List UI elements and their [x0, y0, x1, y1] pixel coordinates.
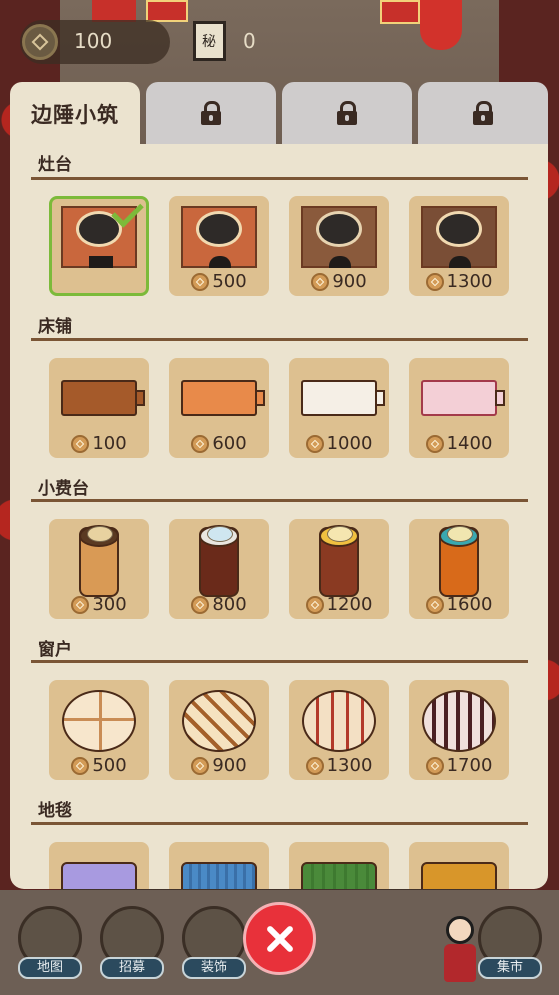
coin-icon [191, 434, 210, 453]
coin-icon [71, 434, 90, 453]
bed-image [421, 380, 505, 416]
bed-image [181, 380, 265, 416]
coin-icon [191, 272, 210, 291]
window-image [182, 690, 256, 752]
decoration-panel: 灶台 500 900 1300 床铺 100 600 1000 1400 小费台… [10, 144, 548, 889]
map-label: 地图 [18, 957, 82, 979]
bed-item-4[interactable]: 1400 [409, 358, 509, 458]
section-title-rug: 地毯 [38, 801, 72, 821]
decorate-label: 装饰 [182, 957, 246, 979]
bed-item-2[interactable]: 600 [169, 358, 269, 458]
tip-table-item-2[interactable]: 800 [169, 519, 269, 619]
stove-image [421, 206, 497, 268]
item-price: 1300 [409, 271, 509, 292]
coin-icon [191, 756, 210, 775]
coin-icon [425, 272, 444, 291]
close-button[interactable] [243, 902, 316, 975]
coin-icon [305, 595, 324, 614]
item-price: 500 [169, 271, 269, 292]
window-item-2[interactable]: 900 [169, 680, 269, 780]
rug-image [181, 862, 257, 889]
stove-item-3[interactable]: 900 [289, 196, 389, 296]
item-price: 100 [49, 433, 149, 454]
tip-table-image [79, 525, 119, 597]
recipe-book-icon [193, 21, 226, 61]
stove-image [301, 206, 377, 268]
tip-table-image [439, 525, 479, 597]
rug-item-3[interactable] [289, 842, 389, 889]
item-price: 900 [289, 271, 389, 292]
tab-locked-3[interactable] [282, 82, 412, 144]
tab-label: 边陲小筑 [31, 102, 119, 127]
rug-item-1[interactable] [49, 842, 149, 889]
window-image [422, 690, 496, 752]
coin-icon [191, 595, 210, 614]
window-image [62, 690, 136, 752]
stove-item-1[interactable] [49, 195, 149, 296]
coin-icon [305, 756, 324, 775]
rug-item-2[interactable] [169, 842, 269, 889]
window-item-3[interactable]: 1300 [289, 680, 389, 780]
section-title-stove: 灶台 [38, 155, 72, 175]
coin-icon [425, 434, 444, 453]
item-price: 1200 [289, 594, 389, 615]
section-title-bed: 床铺 [38, 317, 72, 337]
coin-icon [22, 24, 58, 60]
stove-image [181, 206, 257, 268]
lock-icon [473, 101, 493, 125]
item-price: 1000 [289, 433, 389, 454]
tip-table-item-1[interactable]: 300 [49, 519, 149, 619]
coin-icon [425, 756, 444, 775]
window-item-4[interactable]: 1700 [409, 680, 509, 780]
section-divider [31, 177, 528, 180]
section-divider [31, 499, 528, 502]
coin-icon [311, 272, 330, 291]
coin-icon [425, 595, 444, 614]
tab-frontier-cottage[interactable]: 边陲小筑 [10, 82, 140, 146]
rug-item-4[interactable] [409, 842, 509, 889]
item-price: 900 [169, 755, 269, 776]
item-price: 800 [169, 594, 269, 615]
tab-locked-2[interactable] [146, 82, 276, 144]
bed-image [301, 380, 385, 416]
lantern-decoration [420, 0, 462, 50]
character-sprite [440, 916, 480, 986]
rug-image [61, 862, 137, 889]
coin-icon [71, 595, 90, 614]
window-image [302, 690, 376, 752]
tip-table-image [319, 525, 359, 597]
recruit-label: 招募 [100, 957, 164, 979]
bed-item-1[interactable]: 100 [49, 358, 149, 458]
item-price: 1300 [289, 755, 389, 776]
window-item-1[interactable]: 500 [49, 680, 149, 780]
section-divider [31, 338, 528, 341]
section-divider [31, 660, 528, 663]
section-title-window: 窗户 [38, 640, 72, 660]
tip-table-item-4[interactable]: 1600 [409, 519, 509, 619]
tip-table-item-3[interactable]: 1200 [289, 519, 389, 619]
item-price: 500 [49, 755, 149, 776]
bed-item-3[interactable]: 1000 [289, 358, 389, 458]
rug-image [301, 862, 377, 889]
lock-icon [337, 101, 357, 125]
item-price: 1700 [409, 755, 509, 776]
item-price: 1600 [409, 594, 509, 615]
tab-locked-4[interactable] [418, 82, 548, 144]
stove-item-2[interactable]: 500 [169, 196, 269, 296]
book-count: 0 [243, 29, 256, 53]
item-price: 600 [169, 433, 269, 454]
coin-icon [71, 756, 90, 775]
lock-icon [201, 101, 221, 125]
market-label: 集市 [478, 957, 542, 979]
section-title-tip-table: 小费台 [38, 479, 89, 499]
item-price: 300 [49, 594, 149, 615]
rug-image [421, 862, 497, 889]
coin-amount: 100 [74, 29, 113, 53]
section-divider [31, 822, 528, 825]
bed-image [61, 380, 145, 416]
coin-icon [305, 434, 324, 453]
tip-table-image [199, 525, 239, 597]
stove-item-4[interactable]: 1300 [409, 196, 509, 296]
item-price: 1400 [409, 433, 509, 454]
